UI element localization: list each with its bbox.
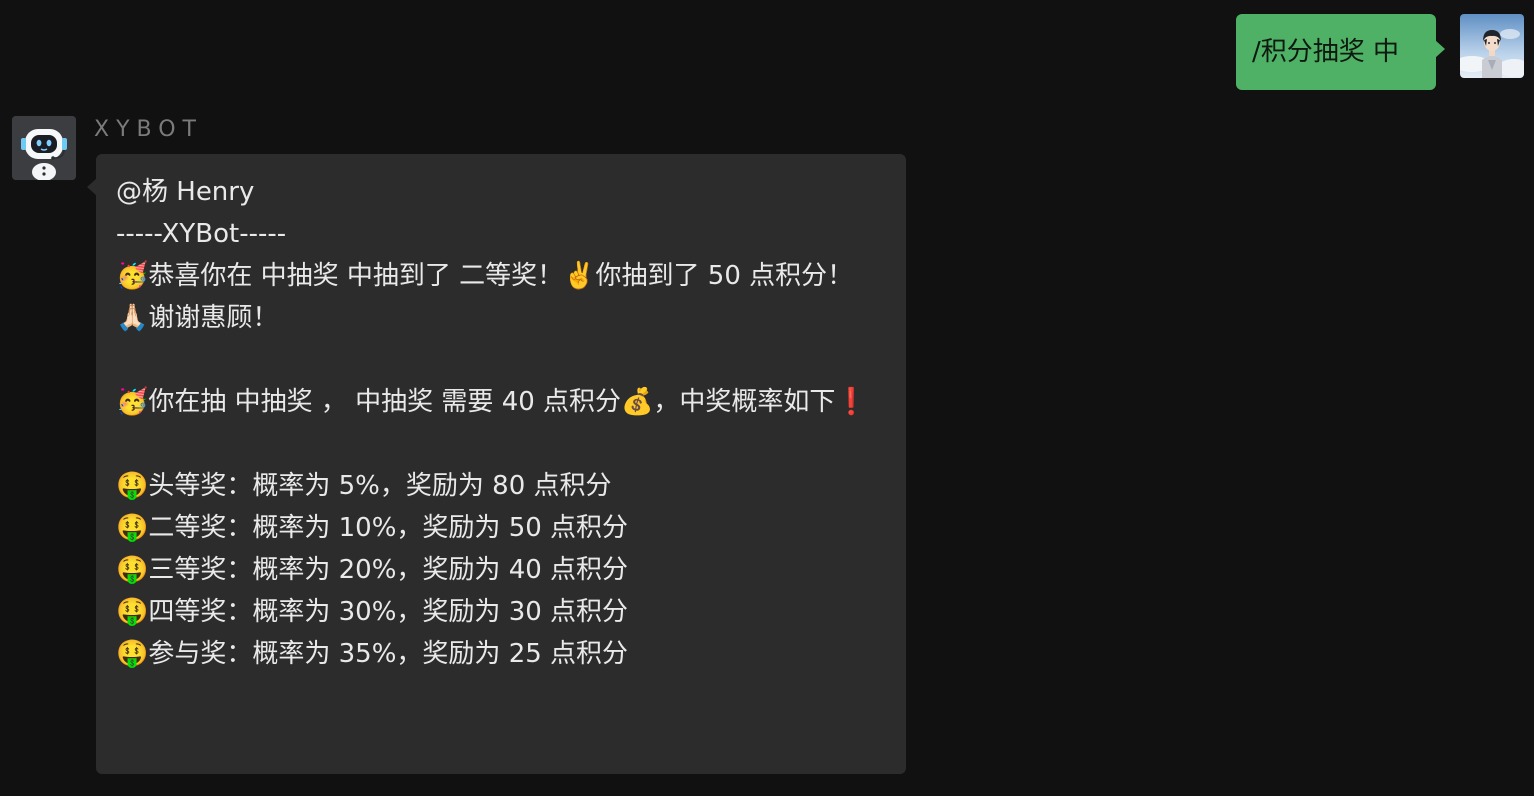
outgoing-message-text: /积分抽奖 中 <box>1252 37 1400 67</box>
prize-line: 🤑三等奖：概率为 20%，奖励为 40 点积分 <box>116 555 629 585</box>
message-line-blank <box>116 339 886 381</box>
user-avatar-icon <box>1460 14 1524 78</box>
message-line: @杨 Henry <box>116 177 255 207</box>
robot-icon <box>12 116 76 180</box>
prize-line: 🤑参与奖：概率为 35%，奖励为 25 点积分 <box>116 639 629 669</box>
sender-name: XYBOT <box>94 117 203 142</box>
prize-line: 🤑四等奖：概率为 30%，奖励为 30 点积分 <box>116 597 629 627</box>
user-avatar[interactable] <box>1460 14 1524 78</box>
outgoing-message-bubble[interactable]: /积分抽奖 中 <box>1236 14 1445 90</box>
incoming-message-bubble[interactable]: @杨 Henry -----XYBot----- 🥳恭喜你在 中抽奖 中抽到了 … <box>87 154 906 774</box>
message-line: 🥳恭喜你在 中抽奖 中抽到了 二等奖！✌️你抽到了 50 点积分！ <box>116 261 854 291</box>
message-line: -----XYBot----- <box>116 219 287 249</box>
message-line: 🥳你在抽 中抽奖 ， 中抽奖 需要 40 点积分💰，中奖概率如下❗ <box>116 387 868 417</box>
prize-line: 🤑头等奖：概率为 5%，奖励为 80 点积分 <box>116 471 612 501</box>
chat-window: /积分抽奖 中 XYBOT @杨 Henry -----XYBot----- 🥳… <box>0 0 1534 796</box>
prize-line: 🤑二等奖：概率为 10%，奖励为 50 点积分 <box>116 513 629 543</box>
bot-avatar[interactable] <box>12 116 76 180</box>
message-line-blank <box>116 423 886 465</box>
message-line: 🙏🏻谢谢惠顾！ <box>116 303 279 333</box>
